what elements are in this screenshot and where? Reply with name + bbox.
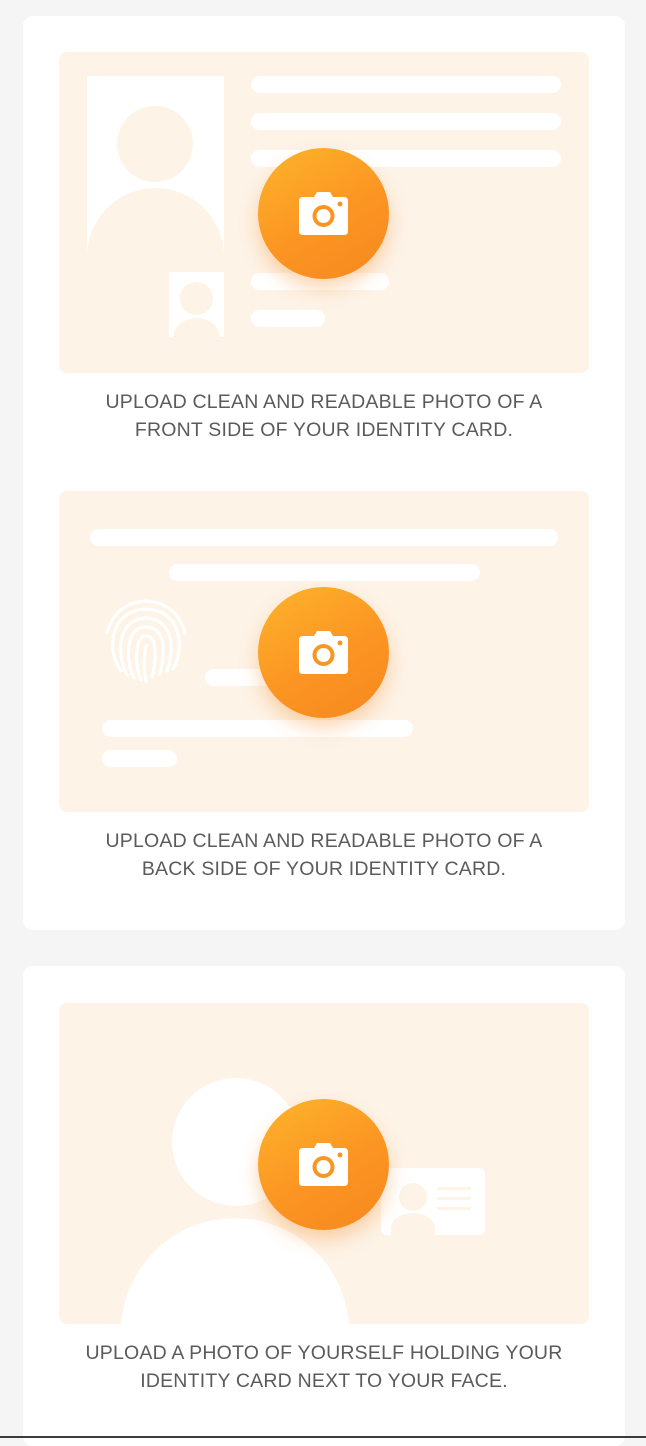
small-photo-body: [173, 318, 220, 358]
camera-icon: [299, 192, 348, 235]
upload-back-camera-button[interactable]: [258, 587, 389, 718]
small-photo-head: [180, 282, 213, 315]
camera-icon: [299, 631, 348, 674]
selfie-caption-line-2: IDENTITY CARD NEXT TO YOUR FACE.: [140, 1370, 508, 1392]
front-line-2: [251, 113, 561, 130]
portrait-head: [117, 106, 193, 182]
fingerprint-icon: [105, 599, 187, 683]
back-caption-line-2: BACK SIDE OF YOUR IDENTITY CARD.: [141, 858, 507, 880]
back-caption: UPLOAD CLEAN AND READABLE PHOTO OF A BAC…: [23, 827, 625, 883]
selfie-caption: UPLOAD A PHOTO OF YOURSELF HOLDING YOUR …: [23, 1339, 625, 1395]
held-id-line-2: [437, 1197, 471, 1200]
front-id-illustration[interactable]: [59, 52, 589, 373]
front-line-5: [251, 310, 325, 327]
back-id-illustration[interactable]: [59, 491, 589, 812]
front-caption-line-2: FRONT SIDE OF YOUR IDENTITY CARD.: [134, 419, 514, 441]
upload-front-camera-button[interactable]: [258, 148, 389, 279]
held-id-line-3: [437, 1207, 471, 1210]
back-line-2: [169, 564, 480, 581]
back-line-1: [90, 529, 558, 546]
selfie-illustration[interactable]: [59, 1003, 589, 1324]
back-line-4: [102, 720, 413, 737]
front-caption-line-1: UPLOAD CLEAN AND READABLE PHOTO OF A: [105, 391, 543, 413]
held-id-line-1: [437, 1187, 471, 1190]
back-caption-line-1: UPLOAD CLEAN AND READABLE PHOTO OF A: [105, 830, 543, 852]
selfie-caption-line-1: UPLOAD A PHOTO OF YOURSELF HOLDING YOUR: [85, 1342, 563, 1364]
back-line-5: [102, 750, 177, 767]
selfie-upload-card: UPLOAD A PHOTO OF YOURSELF HOLDING YOUR …: [23, 966, 625, 1446]
front-line-1: [251, 76, 561, 93]
id-card-upload-card: UPLOAD CLEAN AND READABLE PHOTO OF A FRO…: [23, 16, 625, 930]
upload-selfie-camera-button[interactable]: [258, 1099, 389, 1230]
camera-icon: [299, 1143, 348, 1186]
held-id-photo-body: [391, 1213, 435, 1243]
front-caption: UPLOAD CLEAN AND READABLE PHOTO OF A FRO…: [23, 388, 625, 444]
selfie-body: [121, 1218, 349, 1324]
held-id-photo-head: [399, 1183, 427, 1211]
